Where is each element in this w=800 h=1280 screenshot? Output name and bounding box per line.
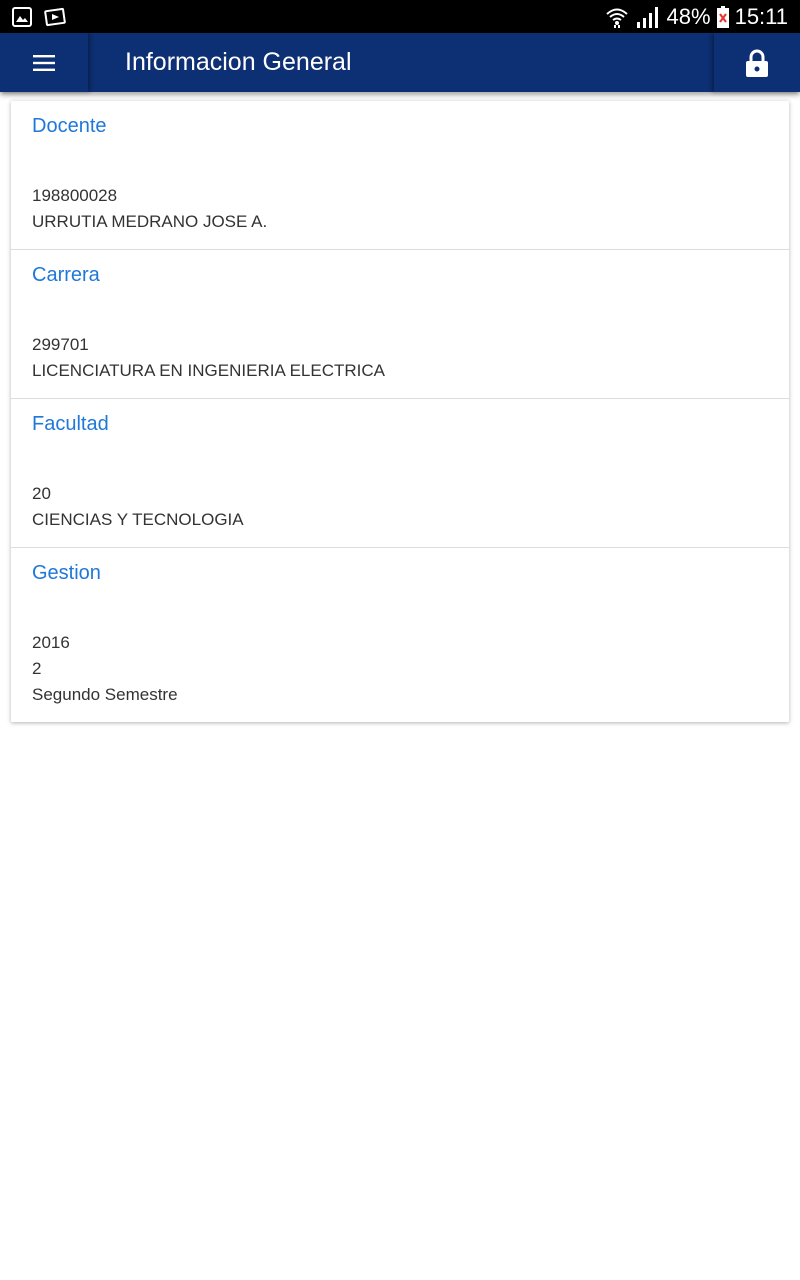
wifi-icon xyxy=(605,6,629,28)
section-line: 198800028 xyxy=(32,186,118,205)
status-bar: 48% 15:11 xyxy=(0,0,800,33)
clock: 15:11 xyxy=(734,3,788,29)
section-docente: Docente 198800028 URRUTIA MEDRANO JOSE A… xyxy=(11,101,789,250)
section-line: URRUTIA MEDRANO JOSE A. xyxy=(32,212,268,231)
section-title: Facultad xyxy=(32,413,109,435)
hamburger-menu-icon xyxy=(33,54,55,71)
section-carrera: Carrera 299701 LICENCIATURA EN INGENIERI… xyxy=(11,250,789,399)
section-line: 2 xyxy=(32,659,42,678)
status-notifications xyxy=(12,6,66,27)
section-line: 299701 xyxy=(32,335,89,354)
section-facultad: Facultad 20 CIENCIAS Y TECNOLOGIA xyxy=(11,399,789,548)
info-card: Docente 198800028 URRUTIA MEDRANO JOSE A… xyxy=(11,101,789,722)
section-line: Segundo Semestre xyxy=(32,685,178,704)
battery-percent: 48% xyxy=(666,3,711,29)
lock-button[interactable] xyxy=(714,33,800,92)
section-line: CIENCIAS Y TECNOLOGIA xyxy=(32,510,244,529)
screencast-icon xyxy=(44,7,66,27)
signal-icon xyxy=(635,6,661,28)
section-line: LICENCIATURA EN INGENIERIA ELECTRICA xyxy=(32,361,385,380)
app-bar: Informacion General xyxy=(0,33,800,92)
gallery-icon xyxy=(12,6,32,27)
lock-icon xyxy=(746,49,768,77)
page-title: Informacion General xyxy=(125,48,352,76)
menu-button[interactable] xyxy=(0,33,88,92)
section-title: Docente xyxy=(32,115,107,137)
status-system: 48% 15:11 xyxy=(605,4,788,30)
section-title: Gestion xyxy=(32,562,101,584)
section-title: Carrera xyxy=(32,264,100,286)
section-line: 20 xyxy=(32,484,51,503)
section-gestion: Gestion 2016 2 Segundo Semestre xyxy=(11,548,789,722)
section-line: 2016 xyxy=(32,633,70,652)
battery-alert-icon xyxy=(716,5,729,28)
